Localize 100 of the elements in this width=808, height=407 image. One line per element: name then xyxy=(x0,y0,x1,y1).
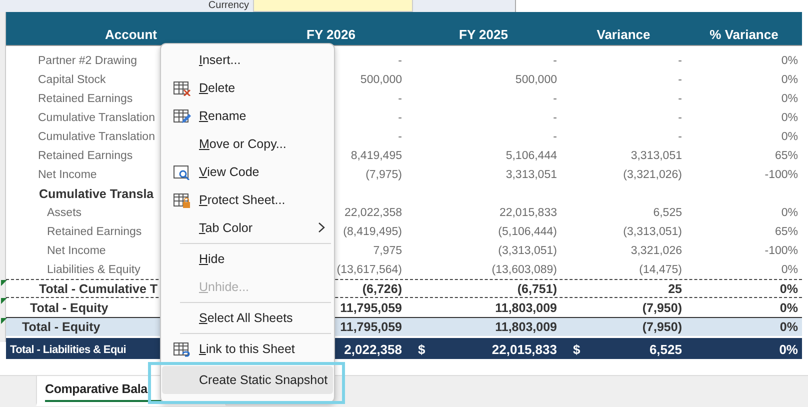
column-header: Variance xyxy=(596,27,652,44)
table-cell: 0% xyxy=(780,300,798,314)
table-cell: 0% xyxy=(781,206,798,218)
error-indicator-icon xyxy=(1,298,7,304)
table-cell: - xyxy=(678,112,682,124)
table-cell: (7,975) xyxy=(366,168,402,180)
menu-item[interactable]: Select All Sheets xyxy=(162,304,333,332)
column-header: Account xyxy=(104,27,158,44)
table-cell: 22,022,358 xyxy=(344,206,402,218)
menu-item[interactable]: Rename xyxy=(162,102,333,130)
table-cell: (14,475) xyxy=(639,264,682,276)
table-cell: 65% xyxy=(774,150,798,162)
account-label: Net Income xyxy=(47,244,106,256)
table-cell: (7,950) xyxy=(642,300,682,314)
menu-item[interactable]: Insert... xyxy=(162,46,333,74)
link-icon xyxy=(173,341,191,357)
account-label: Total - Equity xyxy=(30,300,108,314)
table-cell: 0% xyxy=(779,342,798,357)
table-cell: 11,795,059 xyxy=(340,320,402,334)
error-indicator-icon xyxy=(1,318,7,324)
menu-item[interactable]: Create Static Snapshot xyxy=(162,366,333,394)
menu-item[interactable]: Tab Color xyxy=(162,214,333,242)
account-label: Total - Liabilities & Equi xyxy=(10,344,126,356)
account-label: Partner #2 Drawing xyxy=(38,54,138,66)
table-cell: (6,751) xyxy=(517,282,557,296)
table-cell: 3,313,051 xyxy=(506,168,557,180)
table-cell: 65% xyxy=(774,226,798,238)
table-cell: - xyxy=(553,130,557,142)
table-cell: 0% xyxy=(780,320,798,334)
table-cell: (13,617,564) xyxy=(336,264,402,276)
account-label: Cumulative Translation xyxy=(38,112,155,124)
table-cell: (5,106,444) xyxy=(498,226,557,238)
menu-item[interactable]: Protect Sheet... xyxy=(162,186,333,214)
table-cell: 8,419,495 xyxy=(350,150,402,162)
table-cell: 11,803,009 xyxy=(495,320,557,334)
table-cell: 0% xyxy=(781,264,798,276)
table-cell: 6,525 xyxy=(653,206,682,218)
menu-item[interactable]: View Code xyxy=(162,158,333,186)
currency-symbol: $ xyxy=(417,342,426,357)
table-cell: 11,803,009 xyxy=(495,300,557,314)
account-label: Total - Equity xyxy=(22,320,100,334)
table-cell: 0% xyxy=(781,92,798,104)
account-label: Net Income xyxy=(38,168,97,180)
table-cell: 500,000 xyxy=(360,74,402,86)
table-cell: (13,603,089) xyxy=(492,264,557,276)
table-cell: - xyxy=(553,54,557,66)
table-cell: 0% xyxy=(781,130,798,142)
error-indicator-icon xyxy=(1,280,7,286)
table-cell: 6,525 xyxy=(649,342,682,357)
table-cell: 0% xyxy=(781,74,798,86)
table-cell: 0% xyxy=(781,54,798,66)
account-label: Retained Earnings xyxy=(38,150,133,162)
table-cell: (3,313,051) xyxy=(498,244,557,256)
table-cell: - xyxy=(553,112,557,124)
account-label: Cumulative Translation xyxy=(38,130,155,142)
table-cell: - xyxy=(398,130,402,142)
table-cell: - xyxy=(398,112,402,124)
menu-item[interactable]: Delete xyxy=(162,74,333,102)
account-label: Capital Stock xyxy=(38,74,106,86)
table-cell: - xyxy=(398,54,402,66)
table-cell: 7,975 xyxy=(373,244,402,256)
table-cell: 22,015,833 xyxy=(492,342,557,357)
table-cell: (6,726) xyxy=(362,282,402,296)
account-label: Liabilities & Equity xyxy=(47,264,140,276)
lock-icon xyxy=(173,192,191,208)
table-cell: 11,795,059 xyxy=(340,300,402,314)
input-cell[interactable] xyxy=(253,0,413,12)
table-cell: 25 xyxy=(668,282,682,296)
table-cell: - xyxy=(553,92,557,104)
menu-item[interactable]: Move or Copy... xyxy=(162,130,333,158)
table-cell: - xyxy=(678,74,682,86)
table-cell: 22,015,833 xyxy=(499,206,557,218)
account-label: Cumulative Transla xyxy=(39,186,154,200)
table-cell: 0% xyxy=(781,112,798,124)
account-label: Total - Cumulative T xyxy=(39,282,158,296)
table-cell: -100% xyxy=(764,244,798,256)
table-cell: 3,321,026 xyxy=(630,244,682,256)
table-cell: (7,950) xyxy=(642,320,682,334)
delete-sheet-icon xyxy=(173,80,191,96)
table-cell: - xyxy=(398,92,402,104)
table-cell: 500,000 xyxy=(515,74,557,86)
table-cell: (3,321,026) xyxy=(623,168,682,180)
table-cell: (8,419,495) xyxy=(343,226,402,238)
menu-item[interactable]: Link to this Sheet xyxy=(162,335,333,363)
table-cell: - xyxy=(678,92,682,104)
table-cell: 3,313,051 xyxy=(630,150,682,162)
column-header: FY 2025 xyxy=(458,27,509,44)
table-cell: -100% xyxy=(764,168,798,180)
menu-item[interactable]: Hide xyxy=(162,245,333,273)
table-cell: 5,106,444 xyxy=(506,150,557,162)
column-header: FY 2026 xyxy=(306,27,356,44)
table-cell: - xyxy=(678,54,682,66)
account-label: Assets xyxy=(47,206,82,218)
table-cell: (3,313,051) xyxy=(623,226,682,238)
currency-symbol: $ xyxy=(572,342,580,357)
account-label: Retained Earnings xyxy=(47,226,142,238)
table-cell: - xyxy=(678,130,682,142)
pencil-icon xyxy=(173,108,191,124)
table-cell: 0% xyxy=(780,282,798,296)
column-header: % Variance xyxy=(708,27,780,44)
